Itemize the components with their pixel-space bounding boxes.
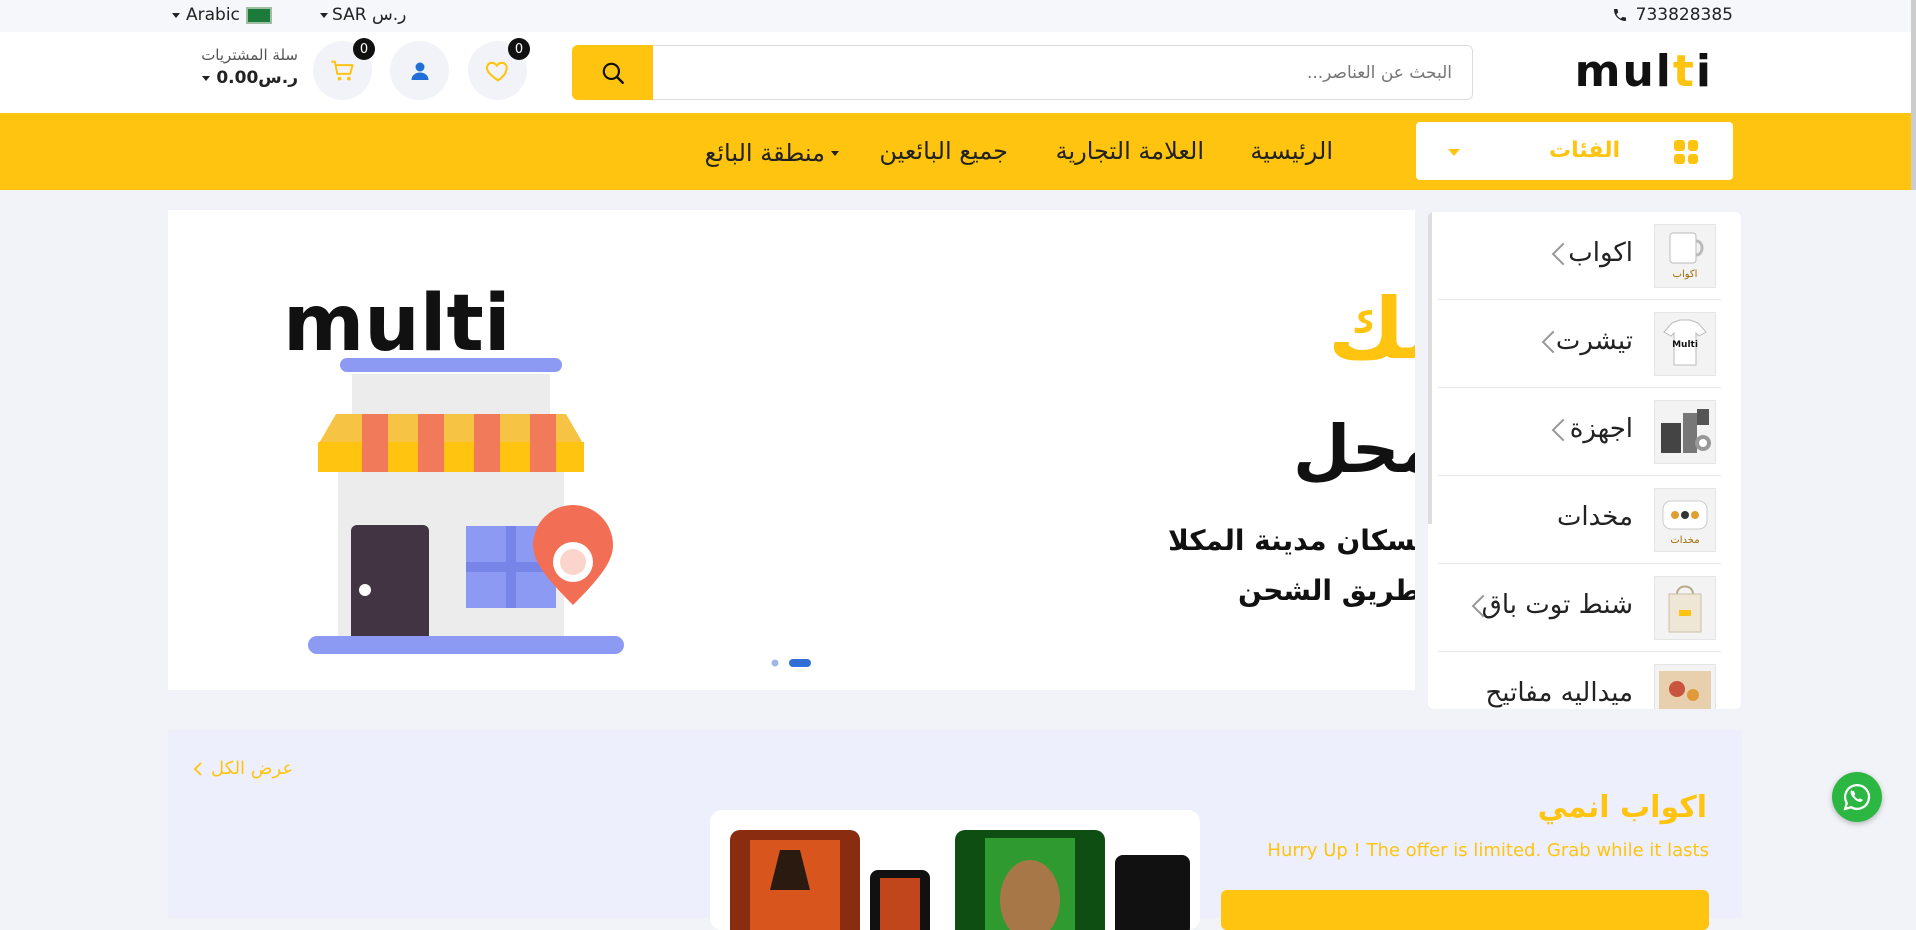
phone-contact[interactable]: 733828385	[1612, 5, 1733, 25]
category-thumbnail	[1654, 576, 1716, 640]
slider-dot-1[interactable]	[771, 659, 779, 667]
anime-mugs-image	[730, 830, 1190, 930]
keychain-icon	[1659, 671, 1711, 709]
product-image[interactable]	[710, 810, 1200, 930]
category-name: اجهزة	[1569, 414, 1633, 444]
cart-count-badge: 0	[353, 38, 375, 60]
sidebar-item-tshirt[interactable]: Multi تيشرت	[1438, 300, 1721, 388]
page-scrollbar[interactable]	[1911, 0, 1916, 190]
caret-down-icon	[172, 12, 180, 18]
currency-selector[interactable]: SAR ر.س	[320, 5, 406, 25]
thumb-label: Multi	[1672, 340, 1698, 350]
cart-summary[interactable]: سلة المشتريات 0.00ر.س	[190, 46, 298, 88]
banner-brand: multi	[283, 279, 511, 369]
store-illustration: multi	[283, 279, 624, 654]
category-name: تيشرت	[1555, 326, 1633, 356]
category-sidebar: اكواب اكواب Multi تيشرت اجهزة مخدات مخدا…	[1428, 212, 1741, 709]
nav-item-brands[interactable]: العلامة التجارية	[1056, 137, 1204, 165]
category-thumbnail	[1654, 400, 1716, 464]
slider-dot-2-active[interactable]	[789, 659, 811, 667]
saudi-flag-icon	[245, 6, 272, 24]
category-name: ميداليه مفاتيح	[1485, 678, 1633, 708]
search-input[interactable]	[653, 45, 1473, 100]
phone-icon	[1613, 9, 1626, 21]
sidebar-item-keychains[interactable]: ميداليه مفاتيح	[1438, 652, 1721, 709]
view-all-label: عرض الكل	[211, 758, 294, 779]
heart-icon	[485, 61, 508, 82]
banner-line1: لسكان مدينة المكلا	[1168, 524, 1415, 557]
language-selector[interactable]: Arabic	[172, 5, 272, 25]
banner-headline: اطلب من بيتك	[1328, 280, 1415, 379]
wishlist-button[interactable]: 0	[468, 38, 530, 100]
search-button[interactable]	[572, 45, 653, 100]
thumb-label: اكواب	[1673, 269, 1698, 280]
grid-icon	[1674, 140, 1698, 164]
cart-total: 0.00ر.س	[190, 68, 298, 88]
currency-label: SAR ر.س	[332, 5, 407, 25]
category-name: مخدات	[1556, 502, 1633, 532]
language-label: Arabic	[186, 5, 240, 25]
caret-down-icon	[1448, 149, 1460, 156]
cart-label: سلة المشتريات	[201, 46, 298, 64]
categories-dropdown[interactable]: الفئات	[1416, 122, 1733, 180]
caret-down-icon	[831, 150, 839, 156]
site-logo[interactable]: multi	[1575, 50, 1713, 94]
promo-title: اكواب انمي	[1537, 790, 1707, 825]
category-thumbnail: Multi	[1654, 312, 1716, 376]
cart-button[interactable]: 0	[313, 38, 375, 100]
pillow-icon: مخدات	[1662, 500, 1708, 546]
sidebar-item-tote-bags[interactable]: شنط توت باق	[1438, 564, 1721, 652]
sidebar-item-devices[interactable]: اجهزة	[1438, 388, 1721, 476]
category-thumbnail	[1654, 664, 1716, 709]
wishlist-count-badge: 0	[508, 38, 530, 60]
caret-down-icon	[202, 75, 211, 81]
tote-bag-icon	[1668, 585, 1702, 633]
countdown-bar	[1221, 890, 1709, 930]
category-thumbnail: اكواب	[1654, 224, 1716, 288]
main-navigation: الفئات الرئيسية العلامة التجارية جميع ال…	[0, 113, 1916, 190]
hero-banner[interactable]: multi اطلب من بيتك واستلم من المحل لسكان…	[168, 210, 1916, 690]
banner-line2: والباقي المحافظات عن طريق الشحن	[1238, 574, 1415, 607]
category-name: اكواب	[1568, 238, 1633, 268]
nav-item-seller-zone[interactable]: منطقة البائع	[705, 139, 839, 167]
whatsapp-icon	[1843, 783, 1871, 811]
whatsapp-button[interactable]	[1832, 772, 1882, 822]
sidebar-item-pillows[interactable]: مخدات مخدات	[1438, 476, 1721, 564]
search-icon	[602, 62, 624, 84]
user-icon	[411, 62, 428, 80]
nav-item-all-sellers[interactable]: جميع البائعين	[879, 137, 1008, 165]
phone-number: 733828385	[1635, 5, 1733, 25]
cart-total-value: 0.00ر.س	[216, 68, 298, 88]
top-bar: 733828385 SAR ر.س Arabic	[0, 0, 1916, 32]
caret-down-icon	[320, 12, 328, 18]
cart-icon	[330, 60, 354, 80]
view-all-link[interactable]: عرض الكل	[193, 758, 293, 779]
account-button[interactable]	[390, 41, 449, 100]
nav-seller-zone-label: منطقة البائع	[704, 139, 825, 167]
categories-label: الفئات	[1549, 138, 1620, 163]
promo-section: عرض الكل اكواب انمي Hurry Up ! The offer…	[168, 730, 1742, 930]
category-thumbnail: مخدات	[1654, 488, 1716, 552]
tshirt-icon: Multi	[1663, 319, 1707, 366]
banner-subheadline: واستلم من المحل	[1293, 411, 1415, 489]
search-bar	[572, 45, 1473, 100]
hero-banner-graphic: multi اطلب من بيتك واستلم من المحل لسكان…	[283, 279, 1916, 667]
chevron-left-icon	[193, 761, 202, 776]
sidebar-scrollbar[interactable]	[1428, 212, 1432, 524]
mug-icon: اكواب	[1669, 232, 1704, 280]
nav-item-home[interactable]: الرئيسية	[1250, 137, 1333, 165]
sidebar-item-cups[interactable]: اكواب اكواب	[1438, 212, 1721, 300]
category-name: شنط توت باق	[1481, 590, 1633, 620]
appliances-icon	[1661, 409, 1711, 453]
main-header: multi 0 0 سلة المشتريات 0.00ر.س	[0, 32, 1916, 113]
thumb-label: مخدات	[1670, 535, 1699, 546]
promo-subtitle: Hurry Up ! The offer is limited. Grab wh…	[1267, 840, 1709, 861]
